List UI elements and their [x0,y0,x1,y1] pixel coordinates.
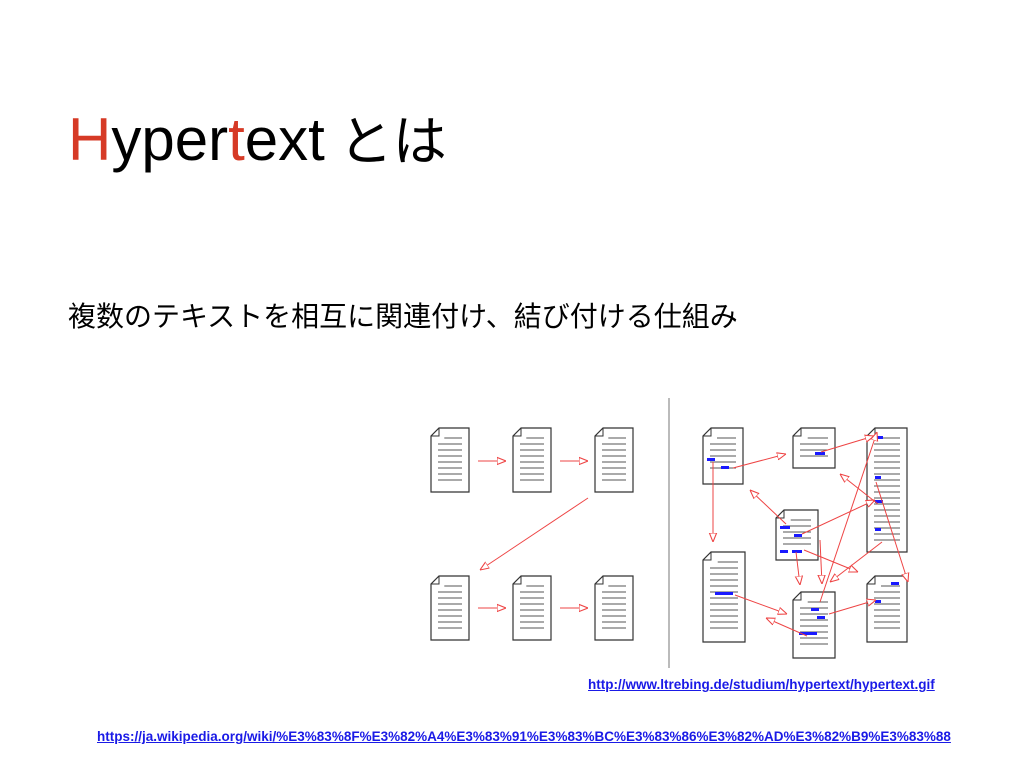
link-anchor [875,528,881,531]
document-icon [866,427,908,553]
title-segment-yper: yper [111,106,229,173]
link-anchor [707,458,715,461]
linear-document [512,575,552,641]
linear-document [594,575,634,641]
hypertext-document [866,575,908,643]
link-anchor [715,592,733,595]
link-anchor [891,582,899,585]
link-anchor [780,550,788,553]
title-segment-ext: ext [244,106,325,173]
linear-document [430,427,470,493]
link-anchor [817,616,825,619]
hypertext-document [702,427,744,485]
link-anchor [721,466,729,469]
wikipedia-source-link[interactable]: https://ja.wikipedia.org/wiki/%E3%83%8F%… [97,729,951,744]
title-letter-t: t [228,106,245,173]
link-arrow [820,539,822,584]
hypertext-document [866,427,908,553]
link-arrow [750,490,787,525]
link-anchor [815,452,825,455]
hypertext-document [775,509,819,561]
image-source-link[interactable]: http://www.ltrebing.de/studium/hypertext… [588,677,935,692]
linear-document [512,427,552,493]
hypertext-document [792,427,836,469]
linear-document [430,575,470,641]
hypertext-document [702,551,746,643]
link-anchor [877,436,883,439]
link-anchor [792,550,802,553]
slide-subtitle: 複数のテキストを相互に関連付け、結び付ける仕組み [68,300,738,333]
link-anchor [811,608,819,611]
link-anchor [780,526,790,529]
hypertext-documents [702,427,908,659]
linear-documents [430,427,634,641]
link-arrow [480,497,589,570]
slide-title: Hypertext とは [68,100,447,182]
title-suffix: とは [338,110,447,173]
hypertext-diagram [430,398,930,668]
document-icon [792,427,836,469]
link-anchor [794,534,802,537]
title-letter-h: H [68,106,112,173]
hypertext-document [792,591,836,659]
link-anchor [875,476,881,479]
linear-document [594,427,634,493]
